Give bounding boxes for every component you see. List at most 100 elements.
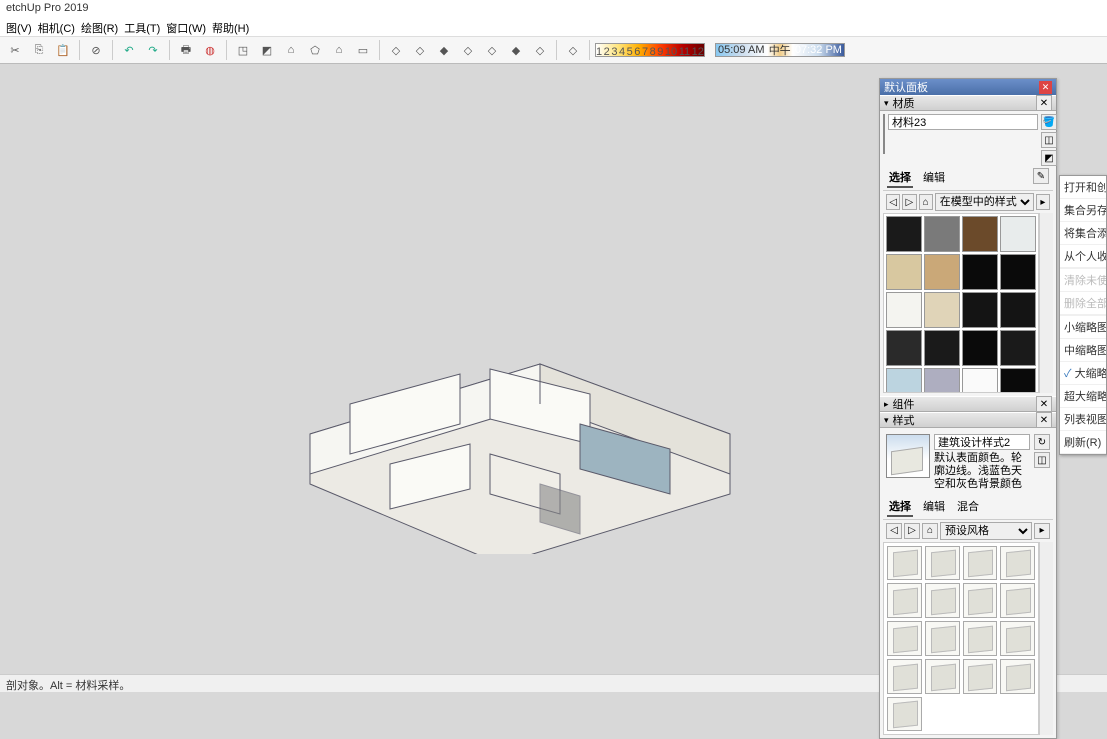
style-thumbnail[interactable] <box>887 697 922 732</box>
close-icon[interactable]: ✕ <box>1039 81 1052 94</box>
section-close-icon[interactable]: ✕ <box>1036 412 1052 428</box>
menu-window[interactable]: 窗口(W) <box>166 20 206 34</box>
shade4-icon[interactable]: ◇ <box>457 39 479 61</box>
paste-icon[interactable]: 📋 <box>52 39 74 61</box>
styles-header[interactable]: ▾ 样式 ✕ <box>880 412 1056 428</box>
context-menu-item[interactable]: 小缩略图 <box>1060 316 1106 339</box>
material-swatch[interactable] <box>1000 216 1036 252</box>
material-swatch[interactable] <box>1000 330 1036 366</box>
back-icon[interactable]: ◁ <box>886 194 900 210</box>
folder-icon[interactable]: ▭ <box>352 39 374 61</box>
context-menu-item[interactable]: 大缩略图 <box>1060 362 1106 385</box>
style-thumbnail[interactable] <box>887 583 922 618</box>
menu-help[interactable]: 帮助(H) <box>212 20 249 34</box>
menu-draw[interactable]: 绘图(R) <box>81 20 118 34</box>
style-thumbnail[interactable] <box>925 659 960 694</box>
undo-icon[interactable]: ↶ <box>118 39 140 61</box>
context-menu-item[interactable]: 刷新(R) <box>1060 431 1106 454</box>
section-close-icon[interactable]: ✕ <box>1036 95 1052 111</box>
eyedropper-icon[interactable]: ✎ <box>1033 168 1049 184</box>
style-thumbnail[interactable] <box>887 621 922 656</box>
cut-icon[interactable]: ✂ <box>4 39 26 61</box>
section-close-icon[interactable]: ✕ <box>1036 396 1052 412</box>
style-thumbnail[interactable] <box>887 546 922 581</box>
tab-edit[interactable]: 编辑 <box>921 497 947 517</box>
style-collection-select[interactable]: 预设风格 <box>940 522 1032 540</box>
home-icon[interactable]: ⌂ <box>922 523 938 539</box>
material-swatch[interactable] <box>962 368 998 393</box>
copy-icon[interactable]: ⎘ <box>28 39 50 61</box>
material-swatch[interactable] <box>886 292 922 328</box>
collapse-icon[interactable]: ▾ <box>884 415 889 426</box>
forward-icon[interactable]: ▷ <box>902 194 916 210</box>
style-thumbnail[interactable] <box>925 621 960 656</box>
tab-mix[interactable]: 混合 <box>955 497 981 517</box>
material-swatch[interactable] <box>924 368 960 393</box>
context-menu-item[interactable]: 从个人收藏 <box>1060 245 1106 268</box>
material-swatch[interactable] <box>886 330 922 366</box>
cube-icon[interactable]: ◩ <box>256 39 278 61</box>
sun-time-bar[interactable]: 05:09 AM 中午 07:32 PM <box>715 43 845 57</box>
style-thumbnail[interactable] <box>925 546 960 581</box>
style-name-input[interactable] <box>934 434 1030 450</box>
material-swatch[interactable] <box>924 254 960 290</box>
cloud-icon[interactable]: ◇ <box>562 39 584 61</box>
create-material-icon[interactable]: ◫ <box>1041 132 1057 148</box>
pentagon-icon[interactable]: ⬠ <box>304 39 326 61</box>
menu-camera[interactable]: 相机(C) <box>38 20 75 34</box>
shade6-icon[interactable]: ◆ <box>505 39 527 61</box>
material-swatch[interactable] <box>886 216 922 252</box>
erase-icon[interactable]: ⊘ <box>85 39 107 61</box>
shade7-icon[interactable]: ◇ <box>529 39 551 61</box>
menu-view[interactable]: 图(V) <box>6 20 32 34</box>
material-swatch[interactable] <box>886 254 922 290</box>
gradient-scale[interactable]: 123456789101112 <box>595 43 705 57</box>
expand-icon[interactable]: ▸ <box>884 399 889 410</box>
style-thumbnail[interactable] <box>925 583 960 618</box>
style-thumbnail[interactable] <box>963 583 998 618</box>
tool-icon[interactable]: ◍ <box>199 39 221 61</box>
material-swatch[interactable] <box>886 368 922 393</box>
bucket-icon[interactable]: 🪣 <box>1041 114 1057 130</box>
context-menu-item[interactable]: 列表视图 <box>1060 408 1106 431</box>
shade3-icon[interactable]: ◆ <box>433 39 455 61</box>
context-menu-item[interactable]: 将集合添加 <box>1060 222 1106 245</box>
material-name-input[interactable] <box>888 114 1038 130</box>
home-icon[interactable]: ⌂ <box>919 194 933 210</box>
house-icon[interactable]: ⌂ <box>328 39 350 61</box>
tab-edit[interactable]: 编辑 <box>921 168 947 188</box>
material-swatch[interactable] <box>1000 368 1036 393</box>
shade2-icon[interactable]: ◇ <box>409 39 431 61</box>
material-swatch[interactable] <box>924 292 960 328</box>
update-style-icon[interactable]: ↻ <box>1034 434 1050 450</box>
details-icon[interactable]: ▸ <box>1034 523 1050 539</box>
material-swatch[interactable] <box>962 330 998 366</box>
materials-header[interactable]: ▾ 材质 ✕ <box>880 95 1056 111</box>
back-icon[interactable]: ◁ <box>886 523 902 539</box>
tray-header[interactable]: 默认面板 ✕ <box>880 79 1056 95</box>
material-swatch[interactable] <box>962 292 998 328</box>
context-menu-item[interactable]: 打开和创建 <box>1060 176 1106 199</box>
style-thumbnail[interactable] <box>963 659 998 694</box>
redo-icon[interactable]: ↷ <box>142 39 164 61</box>
style-thumbnail[interactable] <box>1000 621 1035 656</box>
collapse-icon[interactable]: ▾ <box>884 98 889 109</box>
menu-tools[interactable]: 工具(T) <box>124 20 160 34</box>
scrollbar[interactable] <box>1039 542 1053 736</box>
tab-select[interactable]: 选择 <box>887 168 913 188</box>
tab-select[interactable]: 选择 <box>887 497 913 517</box>
style-thumbnail[interactable] <box>1000 583 1035 618</box>
material-swatch[interactable] <box>1000 292 1036 328</box>
material-collection-select[interactable]: 在模型中的样式 <box>935 193 1034 211</box>
material-swatch[interactable] <box>962 254 998 290</box>
style-thumbnail[interactable] <box>963 621 998 656</box>
style-preview[interactable] <box>886 434 930 478</box>
details-icon[interactable]: ▸ <box>1036 194 1050 210</box>
material-swatch[interactable] <box>924 216 960 252</box>
material-swatch[interactable] <box>924 330 960 366</box>
create-style-icon[interactable]: ◫ <box>1034 452 1050 468</box>
material-preview[interactable] <box>883 114 885 154</box>
style-thumbnail[interactable] <box>963 546 998 581</box>
material-swatch[interactable] <box>1000 254 1036 290</box>
box-icon[interactable]: ◳ <box>232 39 254 61</box>
